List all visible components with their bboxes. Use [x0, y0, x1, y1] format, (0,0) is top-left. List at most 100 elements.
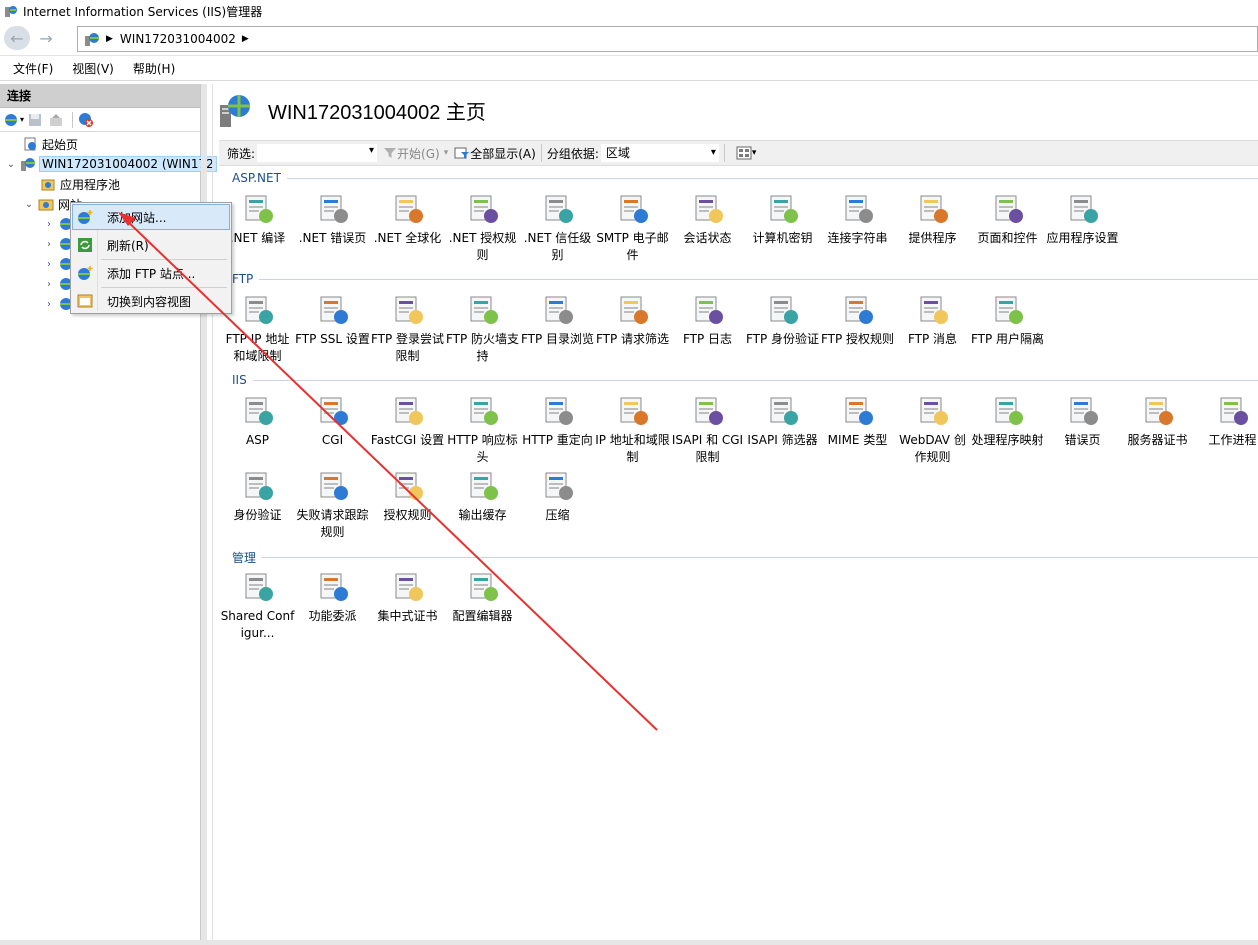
feature-icon: [470, 195, 498, 223]
feature-iis-2[interactable]: FastCGI 设置: [370, 394, 445, 449]
feature-ftp-10[interactable]: FTP 用户隔离: [970, 293, 1045, 348]
tree-item-server[interactable]: ⌄ WIN172031004002 (WIN172: [6, 154, 217, 174]
section-ftp: FTP: [232, 272, 1258, 286]
filter-bar: 筛选: 开始(G) ▾ 全部显示(A) 分组依据: 区域 ▾: [219, 140, 1258, 166]
feature-iis-6[interactable]: ISAPI 和 CGI 限制: [670, 394, 745, 466]
feature-iis-12[interactable]: 服务器证书: [1120, 394, 1195, 449]
feature-iis-8[interactable]: MIME 类型: [820, 394, 895, 449]
feature-ftp-1[interactable]: FTP SSL 设置: [295, 293, 370, 348]
feature-ftp-9[interactable]: FTP 消息: [895, 293, 970, 348]
feature-iis-9[interactable]: WebDAV 创作规则: [895, 394, 970, 466]
feature-icon: [320, 472, 348, 500]
feature-iis-1[interactable]: CGI: [295, 394, 370, 449]
feature-label: .NET 全球化: [373, 231, 442, 245]
expand-chevron-icon[interactable]: ›: [44, 259, 54, 270]
filter-input[interactable]: [257, 144, 378, 162]
feature-icon: [920, 397, 948, 425]
connect-globe-icon[interactable]: [3, 111, 21, 129]
feature-aspnet-10[interactable]: 页面和控件: [970, 192, 1045, 247]
feature-management-3[interactable]: 配置编辑器: [445, 570, 520, 625]
forward-button[interactable]: →: [33, 26, 59, 50]
feature-ftp-4[interactable]: FTP 目录浏览: [520, 293, 595, 348]
feature-icon: [620, 397, 648, 425]
feature-iis-16[interactable]: 授权规则: [370, 469, 445, 524]
feature-label: Shared Configur...: [220, 609, 295, 640]
feature-aspnet-1[interactable]: .NET 错误页: [295, 192, 370, 247]
menu-help[interactable]: 帮助(H): [133, 60, 175, 77]
chevron-down-icon[interactable]: ▾: [444, 148, 449, 158]
feature-iis-11[interactable]: 错误页: [1045, 394, 1120, 449]
expand-chevron-icon[interactable]: ›: [44, 299, 54, 310]
feature-iis-10[interactable]: 处理程序映射: [970, 394, 1045, 449]
feature-ftp-7[interactable]: FTP 身份验证: [745, 293, 820, 348]
feature-iis-15[interactable]: 失败请求跟踪规则: [295, 469, 370, 541]
feature-iis-3[interactable]: HTTP 响应标头: [445, 394, 520, 466]
breadcrumb-arrow-icon[interactable]: ▶: [106, 34, 113, 44]
menu-add-ftp-site[interactable]: 添加 FTP 站点...: [73, 261, 229, 285]
feature-icon: [1220, 397, 1248, 425]
chevron-down-icon[interactable]: ▾: [20, 115, 24, 124]
feature-icon: [770, 397, 798, 425]
feature-icon: [845, 195, 873, 223]
expand-chevron-icon[interactable]: ›: [44, 219, 54, 230]
menu-refresh[interactable]: 刷新(R): [73, 233, 229, 257]
feature-ftp-5[interactable]: FTP 请求筛选: [595, 293, 670, 348]
feature-iis-0[interactable]: ASP: [220, 394, 295, 449]
tree-item-app-pools[interactable]: 应用程序池: [40, 174, 120, 194]
feature-aspnet-8[interactable]: 连接字符串: [820, 192, 895, 247]
view-mode-button[interactable]: ▾: [736, 146, 756, 160]
feature-label: 计算机密钥: [752, 231, 813, 245]
up-level-icon[interactable]: [47, 111, 65, 129]
app-pool-icon: [41, 179, 55, 191]
disconnect-icon[interactable]: [77, 111, 95, 129]
feature-aspnet-3[interactable]: .NET 授权规则: [445, 192, 520, 264]
feature-label: FTP 请求筛选: [595, 332, 670, 346]
feature-label: 失败请求跟踪规则: [296, 508, 369, 539]
show-all-button[interactable]: 全部显示(A): [454, 145, 536, 162]
collapse-chevron-icon[interactable]: ⌄: [6, 159, 16, 170]
feature-ftp-3[interactable]: FTP 防火墙支持: [445, 293, 520, 365]
group-by-select[interactable]: 区域: [600, 144, 719, 162]
feature-iis-5[interactable]: IP 地址和域限制: [595, 394, 670, 466]
feature-management-0[interactable]: Shared Configur...: [220, 570, 295, 642]
feature-aspnet-2[interactable]: .NET 全球化: [370, 192, 445, 247]
feature-aspnet-5[interactable]: SMTP 电子邮件: [595, 192, 670, 264]
feature-management-1[interactable]: 功能委派: [295, 570, 370, 625]
feature-aspnet-4[interactable]: .NET 信任级别: [520, 192, 595, 264]
feature-icon: [1070, 195, 1098, 223]
back-button[interactable]: ←: [4, 26, 30, 50]
feature-aspnet-7[interactable]: 计算机密钥: [745, 192, 820, 247]
feature-iis-7[interactable]: ISAPI 筛选器: [745, 394, 820, 449]
feature-iis-4[interactable]: HTTP 重定向: [520, 394, 595, 449]
feature-icon: [845, 397, 873, 425]
feature-label: FTP 日志: [682, 332, 733, 346]
address-bar[interactable]: ▶ WIN172031004002 ▶: [77, 26, 1258, 52]
feature-iis-14[interactable]: 身份验证: [220, 469, 295, 524]
feature-aspnet-11[interactable]: 应用程序设置: [1045, 192, 1120, 247]
feature-ftp-6[interactable]: FTP 日志: [670, 293, 745, 348]
expand-chevron-icon[interactable]: ›: [44, 239, 54, 250]
tree-item-start-page[interactable]: 起始页: [22, 134, 78, 154]
feature-ftp-8[interactable]: FTP 授权规则: [820, 293, 895, 348]
feature-iis-13[interactable]: 工作进程: [1195, 394, 1258, 449]
menu-switch-content-view[interactable]: 切换到内容视图: [73, 289, 229, 313]
feature-ftp-2[interactable]: FTP 登录尝试限制: [370, 293, 445, 365]
icon-view-icon: [736, 146, 752, 160]
feature-icon: [620, 195, 648, 223]
breadcrumb-server[interactable]: WIN172031004002: [120, 32, 236, 46]
menu-file[interactable]: 文件(F): [13, 60, 53, 77]
start-filter-button[interactable]: 开始(G): [383, 145, 440, 162]
feature-management-2[interactable]: 集中式证书: [370, 570, 445, 625]
collapse-chevron-icon[interactable]: ⌄: [24, 199, 34, 210]
save-icon[interactable]: [26, 111, 44, 129]
menu-view[interactable]: 视图(V): [72, 60, 114, 77]
feature-aspnet-9[interactable]: 提供程序: [895, 192, 970, 247]
feature-icon: [395, 397, 423, 425]
breadcrumb-arrow-icon[interactable]: ▶: [242, 34, 249, 44]
feature-iis-18[interactable]: 压缩: [520, 469, 595, 524]
expand-chevron-icon[interactable]: ›: [44, 279, 54, 290]
feature-iis-17[interactable]: 输出缓存: [445, 469, 520, 524]
menu-bar: 文件(F) 视图(V) 帮助(H): [0, 57, 1258, 81]
menu-add-website[interactable]: 添加网站...: [72, 204, 230, 230]
feature-aspnet-6[interactable]: 会话状态: [670, 192, 745, 247]
